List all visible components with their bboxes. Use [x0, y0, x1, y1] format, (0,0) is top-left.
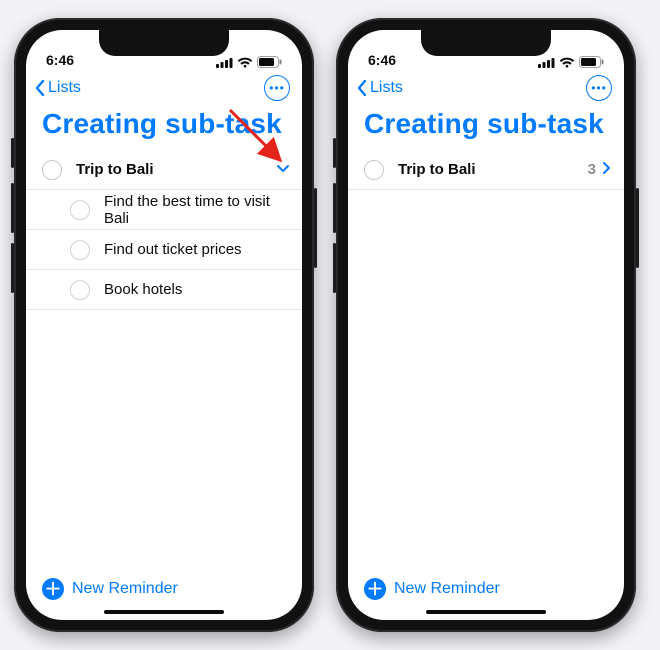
collapse-toggle[interactable] — [276, 161, 290, 178]
reminder-row-parent[interactable]: Trip to Bali — [26, 150, 302, 190]
battery-icon — [257, 56, 282, 68]
plus-icon: ＋ — [42, 578, 64, 600]
battery-icon — [579, 56, 604, 68]
plus-icon: ＋ — [364, 578, 386, 600]
chevron-down-icon — [276, 164, 290, 174]
back-button[interactable]: Lists — [356, 79, 403, 97]
nav-bar: Lists ••• — [348, 70, 624, 106]
status-icons — [538, 56, 604, 68]
phone-frame-left: 6:46 Lists ••• Creating sub-task Trip to… — [14, 18, 314, 632]
cellular-icon — [538, 57, 555, 68]
status-time: 6:46 — [46, 52, 74, 68]
cellular-icon — [216, 57, 233, 68]
radio-unchecked[interactable] — [70, 200, 90, 220]
reminder-row-sub[interactable]: Book hotels — [26, 270, 302, 310]
page-title: Creating sub-task — [348, 106, 624, 150]
reminder-row-sub[interactable]: Find the best time to visit Bali — [26, 190, 302, 230]
radio-unchecked[interactable] — [70, 280, 90, 300]
ellipsis-icon: ••• — [591, 81, 607, 95]
reminder-list: Trip to Bali Find the best time to visit… — [26, 150, 302, 570]
back-button[interactable]: Lists — [34, 79, 81, 97]
phone-frame-right: 6:46 Lists ••• Creating sub-task Trip to… — [336, 18, 636, 632]
home-indicator[interactable] — [104, 610, 224, 614]
ellipsis-icon: ••• — [269, 81, 285, 95]
chevron-left-icon — [34, 79, 46, 97]
reminder-row-parent[interactable]: Trip to Bali 3 — [348, 150, 624, 190]
reminder-label: Find the best time to visit Bali — [104, 193, 290, 227]
reminder-label: Trip to Bali — [76, 161, 276, 178]
screen-left: 6:46 Lists ••• Creating sub-task Trip to… — [26, 30, 302, 620]
radio-unchecked[interactable] — [70, 240, 90, 260]
new-reminder-label: New Reminder — [72, 580, 178, 598]
home-indicator[interactable] — [426, 610, 546, 614]
chevron-left-icon — [356, 79, 368, 97]
nav-bar: Lists ••• — [26, 70, 302, 106]
reminder-label: Book hotels — [104, 281, 290, 298]
reminder-row-sub[interactable]: Find out ticket prices — [26, 230, 302, 270]
subtask-count: 3 — [588, 161, 596, 178]
more-button[interactable]: ••• — [264, 75, 290, 101]
notch — [99, 30, 229, 56]
back-label: Lists — [48, 79, 81, 97]
status-icons — [216, 56, 282, 68]
reminder-label: Find out ticket prices — [104, 241, 290, 258]
wifi-icon — [237, 57, 253, 68]
wifi-icon — [559, 57, 575, 68]
radio-unchecked[interactable] — [42, 160, 62, 180]
screen-right: 6:46 Lists ••• Creating sub-task Trip to… — [348, 30, 624, 620]
page-title: Creating sub-task — [26, 106, 302, 150]
expand-toggle[interactable] — [602, 161, 612, 179]
notch — [421, 30, 551, 56]
reminder-list: Trip to Bali 3 — [348, 150, 624, 570]
status-time: 6:46 — [368, 52, 396, 68]
more-button[interactable]: ••• — [586, 75, 612, 101]
radio-unchecked[interactable] — [364, 160, 384, 180]
chevron-right-icon — [602, 161, 612, 175]
new-reminder-label: New Reminder — [394, 580, 500, 598]
reminder-label: Trip to Bali — [398, 161, 588, 178]
back-label: Lists — [370, 79, 403, 97]
